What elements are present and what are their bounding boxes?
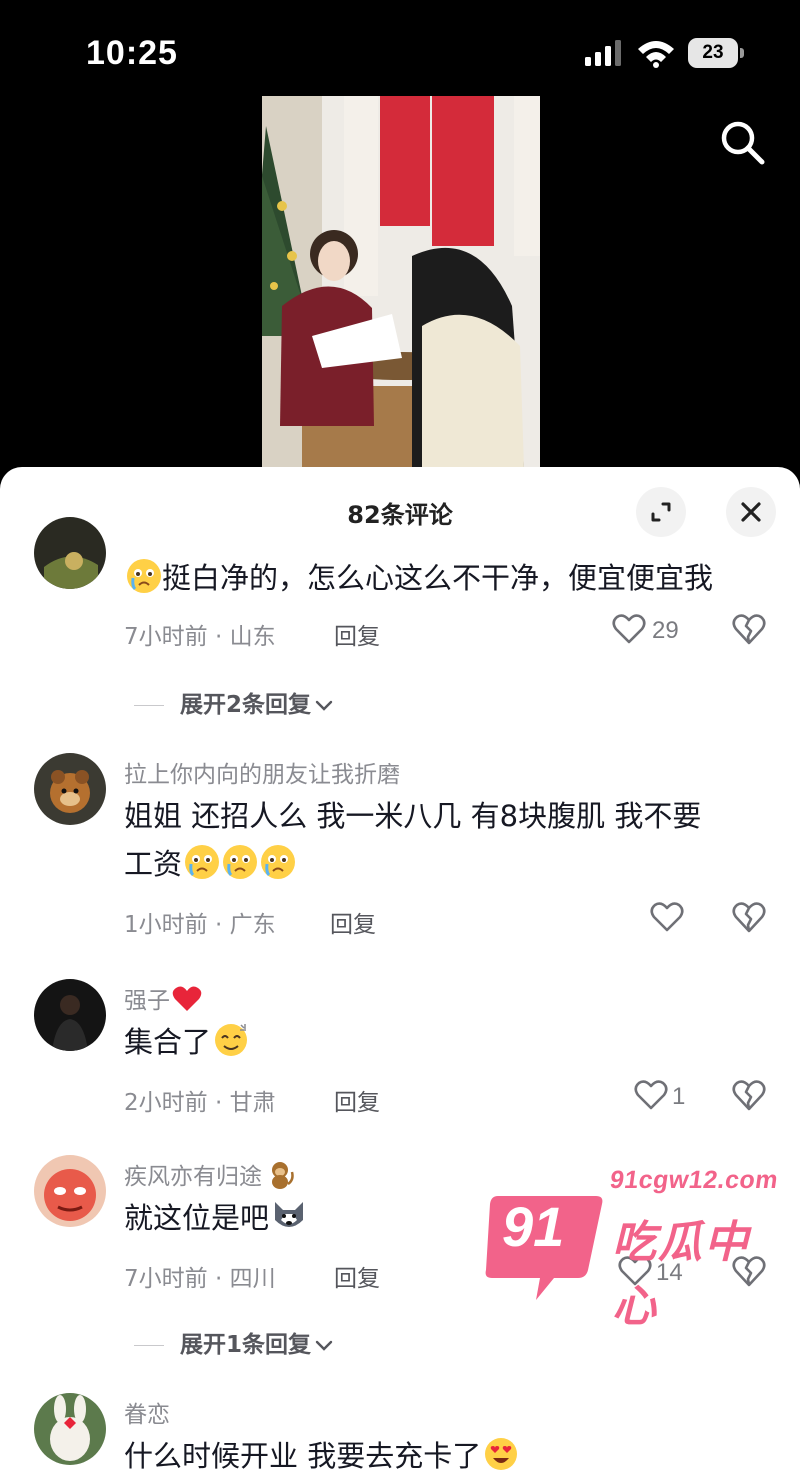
- crying-face-emoji: [127, 559, 161, 593]
- expand-replies-label: 展开1条回复: [180, 1332, 312, 1358]
- wifi-icon: [638, 41, 674, 68]
- comment-body: 挺白净的，怎么心这么不干净，便宜便宜我: [162, 561, 714, 595]
- heart-outline-icon[interactable]: [650, 901, 684, 933]
- search-icon[interactable]: [718, 118, 766, 166]
- battery-level: 23: [688, 38, 738, 68]
- monkey-emoji: [272, 1162, 294, 1189]
- comment-username[interactable]: 拉上你内向的朋友让我折磨: [124, 755, 400, 789]
- like-count: 29: [652, 617, 679, 644]
- battery-icon: 23: [688, 38, 744, 68]
- comment-username[interactable]: 眷恋: [124, 1395, 170, 1429]
- avatar[interactable]: [34, 1393, 106, 1465]
- broken-heart-icon[interactable]: [732, 900, 766, 934]
- chevron-down-icon: [315, 1340, 333, 1351]
- chevron-down-icon: [315, 700, 333, 711]
- comment-text: 就这位是吧: [124, 1195, 307, 1241]
- heart-eyes-emoji: [485, 1438, 518, 1470]
- watermark-label: 吃瓜中心: [612, 1217, 750, 1332]
- comment-text: 挺白净的，怎么心这么不干净，便宜便宜我: [124, 555, 713, 601]
- watermark: 91cgw12.com 91 吃瓜中心: [484, 1166, 780, 1332]
- red-heart-emoji: [172, 986, 202, 1011]
- sheet-header: 82条评论: [0, 467, 800, 553]
- crying-face-emoji: [185, 845, 220, 879]
- watermark-badge-text: 91: [502, 1195, 565, 1258]
- heart-outline-icon[interactable]: [634, 1079, 668, 1111]
- avatar[interactable]: [34, 753, 106, 825]
- broken-heart-icon[interactable]: [732, 612, 766, 646]
- video-frame[interactable]: [262, 96, 540, 468]
- comment-text: 工资: [124, 841, 296, 887]
- like-count: 1: [672, 1083, 686, 1110]
- comment-time-location: 2小时前 · 甘肃: [124, 1090, 276, 1116]
- expand-replies-button[interactable]: 展开2条回复: [134, 685, 333, 719]
- comment-time-location: 1小时前 · 广东: [124, 912, 276, 938]
- avatar[interactable]: [34, 517, 106, 589]
- expand-replies-button[interactable]: 展开1条回复: [134, 1325, 333, 1359]
- comment-username[interactable]: 强子: [124, 981, 202, 1015]
- comment-time-location: 7小时前 · 四川: [124, 1266, 276, 1292]
- comment-body: 什么时候开业 我要去充卡了: [124, 1439, 482, 1473]
- avatar[interactable]: [34, 979, 106, 1051]
- reply-button[interactable]: 回复: [334, 1083, 380, 1117]
- reply-button[interactable]: 回复: [334, 617, 380, 651]
- crying-face-emoji: [261, 845, 296, 879]
- reply-button[interactable]: 回复: [334, 1259, 380, 1293]
- comment-username[interactable]: 疾风亦有归途: [124, 1157, 296, 1191]
- status-time: 10:25: [86, 34, 178, 72]
- comment-body: 姐姐 还招人么 我一米八几 有8块腹肌 我不要: [124, 799, 702, 833]
- comment-text: 什么时候开业 我要去充卡了: [124, 1433, 519, 1478]
- comment-body: 集合了: [124, 1025, 212, 1059]
- heart-outline-icon[interactable]: [612, 613, 646, 645]
- comment-text: 集合了: [124, 1019, 249, 1065]
- close-button[interactable]: [726, 487, 776, 537]
- comment-time-location: 7小时前 · 山东: [124, 624, 276, 650]
- reply-button[interactable]: 回复: [330, 905, 376, 939]
- watermark-url: 91cgw12.com: [608, 1166, 781, 1194]
- signal-icon: [585, 40, 621, 66]
- expand-button[interactable]: [636, 487, 686, 537]
- expand-icon: [651, 502, 671, 522]
- status-bar: 10:25 23: [0, 0, 800, 100]
- wolf-emoji: [275, 1202, 304, 1227]
- avatar[interactable]: [34, 1155, 106, 1227]
- comment-body: 就这位是吧: [124, 1201, 270, 1235]
- crying-face-emoji: [223, 845, 258, 879]
- broken-heart-icon[interactable]: [732, 1078, 766, 1112]
- dizzy-face-emoji: [215, 1024, 248, 1056]
- close-icon: [741, 502, 761, 522]
- comment-body-cont: 工资: [124, 847, 183, 881]
- expand-replies-label: 展开2条回复: [180, 692, 312, 718]
